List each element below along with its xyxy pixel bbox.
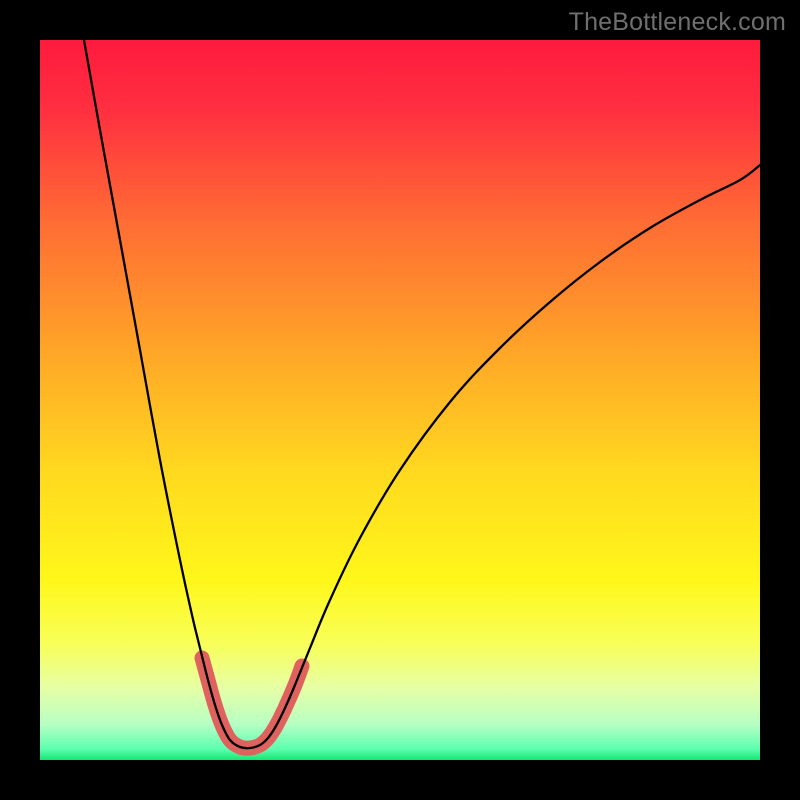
chart-svg <box>40 40 760 760</box>
watermark-text: TheBottleneck.com <box>569 8 786 37</box>
plot-area <box>40 40 760 760</box>
chart-frame: TheBottleneck.com <box>0 0 800 800</box>
